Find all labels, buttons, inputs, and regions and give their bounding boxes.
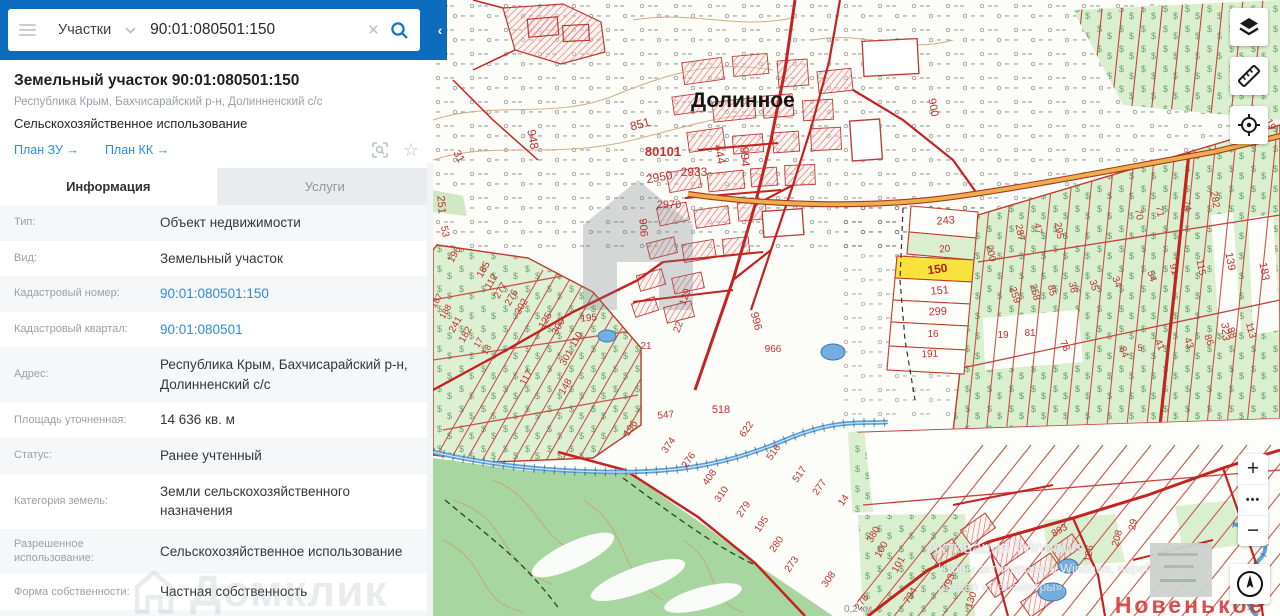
compass-button[interactable] [1230,564,1270,604]
zoom-out-button[interactable]: − [1238,515,1268,546]
map-label: Долинное [691,89,795,112]
gray-thumbnail-watermark [1150,543,1212,597]
map-label: 21 [640,341,652,352]
map-toolbar [1230,8,1268,144]
zoom-in-button[interactable]: + [1238,454,1268,484]
chevron-down-icon [125,26,136,34]
map-label: 81 [1024,328,1036,339]
info-row-label: Адрес: [14,368,49,381]
collapse-panel-button[interactable]: ‹ [433,0,447,60]
search-button[interactable] [387,20,420,41]
info-row-value: Ранее учтенный [160,447,262,463]
info-row: Вид: Земельный участок [0,241,433,277]
search-category-dropdown[interactable]: Участки [46,22,146,38]
plan-kk-link[interactable]: План КК → [105,143,169,157]
info-row: Разрешенное использование: Сельскохозяйст… [0,528,433,575]
more-options-button[interactable]: ••• [1238,484,1268,515]
map-label: 2933 [681,165,708,179]
map-label: 994 [737,146,753,167]
panel-scrollbar[interactable] [427,163,433,616]
map-label: 19 [997,330,1009,341]
info-row-value: Частная собственность [160,584,308,600]
info-row: Категория земель: Земли сельскохозяйствен… [0,474,433,529]
zoom-controls: + ••• − [1238,454,1268,546]
info-row-label: Статус: [14,449,52,462]
map-canvas[interactable]: $ $ [433,0,1280,616]
map-label: 323 [1218,322,1232,341]
info-row: Кадастровый номер: 90:01:080501:150 [0,276,433,312]
parcel-title: Земельный участок 90:01:080501:150 [14,72,300,89]
tab-information[interactable]: Информация [0,168,217,205]
search-category-label: Участки [58,22,112,38]
favorite-star-icon[interactable]: ☆ [403,141,419,159]
map-label: 150 [927,261,949,278]
info-row-value: Республика Крым, Бахчисарайский р-н, Дол… [160,357,408,392]
panel-tabs: Информация Услуги [0,168,433,205]
map-label: 16 [927,329,939,340]
info-row: Адрес: Республика Крым, Бахчисарайский р-… [0,347,433,403]
map-svg: $ $ [433,0,1280,616]
map-label: 243 [936,214,955,228]
map-label: 20 [939,244,951,256]
info-row-value-link[interactable]: 90:01:080501:150 [146,284,433,304]
map-label: 518 [712,404,730,416]
search-bar: Участки × ‹ [0,0,447,60]
preview-document-icon[interactable] [371,141,389,159]
layers-icon [1239,18,1259,36]
tab-services[interactable]: Услуги [217,168,434,205]
map-label: 547 [657,409,675,421]
search-box: Участки × [8,9,420,51]
map-label: 2970 [657,199,681,211]
position-button[interactable] [1230,106,1268,144]
map-label: 195 [580,312,598,324]
info-row: Форма собственности: Частная собственност… [0,574,433,610]
info-row: Площадь уточненная: 14 636 кв. м [0,402,433,438]
info-row-label: Площадь уточненная: [14,413,127,426]
ruler-icon [1238,65,1260,87]
info-row-value-link[interactable]: 90:01:080501 [146,320,433,340]
parcel-subtitle: Республика Крым, Бахчисарайский р-н, Дол… [14,96,323,108]
info-row-value: Земельный участок [160,250,283,266]
measure-button[interactable] [1230,57,1268,95]
clear-search-icon[interactable]: × [360,21,387,40]
info-row-label: Форма собственности: [14,585,130,598]
info-row-value: Земли сельскохозяйственного назначения [160,483,351,519]
info-row-label: Кадастровый квартал: [14,323,128,336]
crosshair-icon [1238,114,1260,136]
map-label: 966 [765,344,782,355]
info-row: Кадастровая стоимость:134 212,12 руб. [0,609,433,616]
map-label: 906 [636,218,650,237]
pond [820,343,846,361]
info-row-label: Тип: [14,216,36,229]
map-label: 151 [930,284,949,298]
pond-small [597,329,617,343]
map-label: 299 [928,306,947,319]
map-label: 191 [921,349,939,361]
info-row-label: Разрешенное использование: [14,537,94,565]
search-input[interactable] [146,21,360,39]
menu-button[interactable] [8,24,46,36]
map-label: 251 [434,195,448,214]
map-label: 5 [1137,343,1142,353]
search-icon [391,21,408,39]
info-row-label: Категория земель: [14,494,109,507]
info-table: Тип: Объект недвижимости Вид: Земельный уча… [0,205,433,616]
info-panel: Земельный участок 90:01:080501:150 Респу… [0,60,433,616]
info-row: Кадастровый квартал: 90:01:080501 [0,312,433,348]
info-row-value: Объект недвижимости [160,215,301,230]
info-row: Тип: Объект недвижимости [0,205,433,241]
info-row-value: Сельскохозяйственное использование [160,543,403,559]
map-label: 80101 [645,144,681,159]
compass-icon [1237,571,1263,597]
info-row-label: Вид: [14,251,37,264]
app-window: $ $ [0,0,1280,616]
plan-zu-link[interactable]: План ЗУ → [14,143,79,157]
info-row-value: 14 636 кв. м [160,412,235,428]
layers-button[interactable] [1230,8,1268,46]
info-row: Статус: Ранее учтенный [0,437,433,474]
parcel-usage: Сельскохозяйственное использование [14,116,248,131]
info-row-label: Кадастровый номер: [14,287,120,300]
